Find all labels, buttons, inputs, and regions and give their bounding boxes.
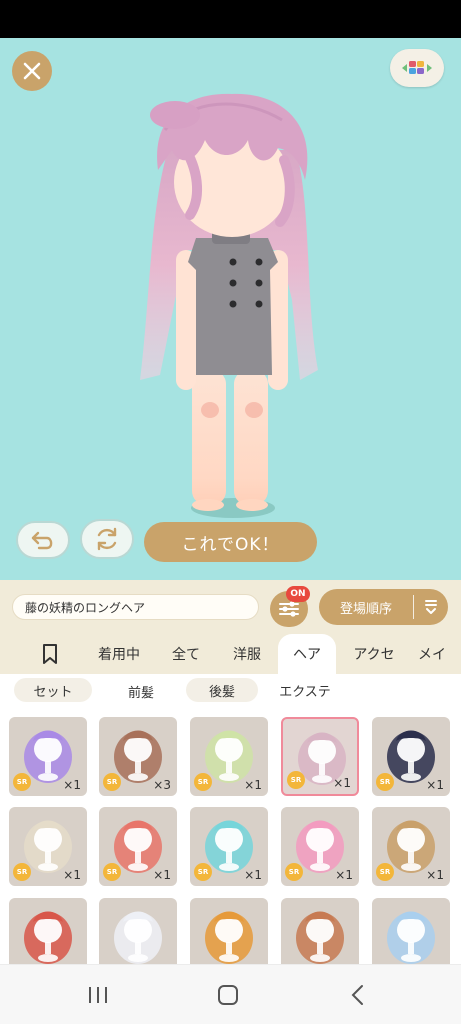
sliders-icon	[279, 601, 299, 617]
subtab-back-hair[interactable]: 後髪	[186, 678, 258, 702]
avatar-figure	[140, 93, 318, 518]
hair-item-1[interactable]: SR ×1	[9, 717, 87, 796]
tab-accessories[interactable]: アクセ	[344, 634, 404, 674]
filter-on-badge: ON	[286, 586, 310, 602]
bookmark-icon	[43, 644, 57, 664]
grid-menu-button[interactable]	[390, 49, 444, 87]
tab-all[interactable]: 全て	[160, 634, 212, 674]
subtab-extensions[interactable]: エクステ	[266, 678, 344, 702]
owned-count: ×3	[153, 778, 171, 792]
home-icon	[218, 985, 238, 1005]
rarity-badge: SR	[194, 773, 212, 791]
hair-item-3[interactable]: SR ×1	[190, 717, 268, 796]
hair-item-2[interactable]: SR ×3	[99, 717, 177, 796]
owned-count: ×1	[426, 868, 444, 882]
undo-button[interactable]	[16, 521, 70, 559]
owned-count: ×1	[244, 868, 262, 882]
item-name-field: 藤の妖精のロングヘア	[12, 594, 259, 620]
rarity-badge: SR	[13, 863, 31, 881]
hair-item-8[interactable]: SR ×1	[190, 807, 268, 886]
hair-item-15[interactable]	[372, 898, 450, 964]
confirm-ok-button[interactable]: これでOK！	[144, 522, 317, 562]
rarity-badge: SR	[103, 773, 121, 791]
close-button[interactable]	[12, 51, 52, 91]
close-icon	[23, 62, 41, 80]
bookmark-tab[interactable]	[30, 634, 70, 674]
color-grid-icon	[402, 61, 432, 74]
owned-count: ×1	[63, 778, 81, 792]
hair-item-4[interactable]: SR ×1	[281, 717, 359, 796]
rarity-badge: SR	[103, 863, 121, 881]
rarity-badge: SR	[287, 771, 305, 789]
sort-order-icon[interactable]	[414, 598, 448, 616]
owned-count: ×1	[153, 868, 171, 882]
rarity-badge: SR	[194, 863, 212, 881]
owned-count: ×1	[426, 778, 444, 792]
rarity-badge: SR	[285, 863, 303, 881]
refresh-icon	[97, 527, 117, 551]
tab-wearing[interactable]: 着用中	[88, 634, 150, 674]
home-button[interactable]	[198, 965, 258, 1024]
owned-count: ×1	[333, 776, 351, 790]
rarity-badge: SR	[376, 863, 394, 881]
system-nav-bar	[0, 964, 461, 1024]
hair-item-14[interactable]	[281, 898, 359, 964]
recent-apps-icon	[89, 987, 107, 1003]
hair-preview	[296, 911, 344, 964]
hair-item-10[interactable]: SR ×1	[372, 807, 450, 886]
back-button[interactable]	[328, 965, 388, 1024]
avatar-stage: これでOK！	[0, 38, 461, 580]
status-bar	[0, 0, 461, 38]
owned-count: ×1	[244, 778, 262, 792]
subtab-set[interactable]: セット	[14, 678, 92, 702]
hair-item-12[interactable]	[99, 898, 177, 964]
hair-item-11[interactable]	[9, 898, 87, 964]
recent-apps-button[interactable]	[68, 965, 128, 1024]
hair-preview	[24, 911, 72, 964]
tab-clothes[interactable]: 洋服	[220, 634, 274, 674]
hair-preview	[114, 911, 162, 964]
hair-item-7[interactable]: SR ×1	[99, 807, 177, 886]
owned-count: ×1	[335, 868, 353, 882]
hair-preview	[205, 911, 253, 964]
hair-item-5[interactable]: SR ×1	[372, 717, 450, 796]
hair-item-6[interactable]: SR ×1	[9, 807, 87, 886]
item-grid: SR ×1 SR ×3 SR ×1 SR ×1 SR ×1 SR ×1 SR ×1 SR ×1 SR ×1 SR ×1	[0, 708, 461, 964]
sort-label: 登場順序	[339, 601, 392, 617]
rarity-badge: SR	[13, 773, 31, 791]
reset-button[interactable]	[80, 519, 134, 559]
undo-icon	[31, 531, 53, 550]
category-tabs: 着用中 全て 洋服 ヘア アクセ メイ	[0, 634, 461, 674]
tab-makeup[interactable]: メイ	[418, 634, 461, 674]
subtab-bangs[interactable]: 前髪	[100, 674, 182, 708]
sort-divider	[413, 595, 414, 619]
sort-button[interactable]: 登場順序	[319, 589, 448, 625]
back-icon	[351, 985, 363, 1005]
owned-count: ×1	[63, 868, 81, 882]
tab-hair[interactable]: ヘア	[278, 634, 336, 674]
rarity-badge: SR	[376, 773, 394, 791]
hair-item-9[interactable]: SR ×1	[281, 807, 359, 886]
hair-item-13[interactable]	[190, 898, 268, 964]
hair-preview	[387, 911, 435, 964]
